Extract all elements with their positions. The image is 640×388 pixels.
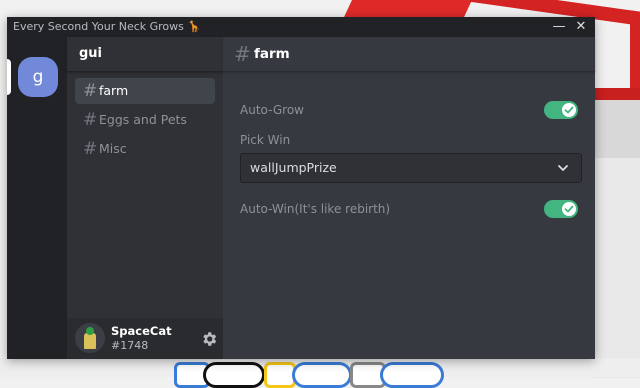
channel-list: # farm # Eggs and Pets # Misc bbox=[75, 78, 215, 165]
chevron-down-icon bbox=[558, 165, 568, 171]
channel-title: farm bbox=[254, 46, 290, 62]
channel-misc[interactable]: # Misc bbox=[75, 136, 215, 162]
toggle-knob bbox=[562, 202, 576, 216]
avatar[interactable] bbox=[75, 323, 105, 353]
hotbar-slot-2 bbox=[203, 362, 265, 388]
auto-win-label: Auto-Win(It's like rebirth) bbox=[240, 202, 391, 216]
server-name: gui bbox=[79, 46, 103, 61]
pick-win-label: Pick Win bbox=[240, 133, 291, 147]
hotbar-slot-4 bbox=[292, 362, 352, 388]
auto-grow-toggle[interactable] bbox=[544, 101, 578, 119]
channel-sidebar: gui # farm # Eggs and Pets # Misc SpaceC… bbox=[67, 37, 223, 359]
server-selected-indicator bbox=[7, 59, 11, 95]
user-panel: SpaceCat #1748 bbox=[67, 318, 223, 359]
hash-icon: # bbox=[83, 139, 98, 159]
channel-header: # farm bbox=[223, 37, 595, 72]
server-icon[interactable]: g bbox=[18, 57, 58, 97]
avatar-head bbox=[86, 327, 94, 335]
auto-grow-label: Auto-Grow bbox=[240, 103, 304, 117]
giraffe-emoji: 🦒 bbox=[187, 20, 202, 33]
close-button[interactable]: ✕ bbox=[573, 19, 589, 35]
title-bar[interactable]: Every Second Your Neck Grows 🦒 — ✕ bbox=[7, 17, 595, 37]
hash-icon: # bbox=[234, 42, 251, 66]
auto-win-toggle[interactable] bbox=[544, 200, 578, 218]
hotbar-slot-6 bbox=[380, 362, 444, 388]
toggle-knob bbox=[562, 103, 576, 117]
background-gray-block bbox=[592, 158, 640, 378]
hash-icon: # bbox=[83, 81, 98, 101]
channel-label: Misc bbox=[99, 141, 127, 156]
hash-icon: # bbox=[83, 110, 98, 130]
gear-icon[interactable] bbox=[200, 330, 218, 348]
check-icon bbox=[564, 106, 574, 114]
window-title: Every Second Your Neck Grows 🦒 bbox=[13, 20, 202, 33]
minimize-button[interactable]: — bbox=[551, 19, 567, 35]
channel-farm[interactable]: # farm bbox=[75, 78, 215, 104]
check-icon bbox=[564, 205, 574, 213]
pick-win-dropdown[interactable]: wallJumpPrize bbox=[240, 153, 582, 183]
username: SpaceCat bbox=[111, 324, 172, 338]
channel-eggs-and-pets[interactable]: # Eggs and Pets bbox=[75, 107, 215, 133]
gui-window: Every Second Your Neck Grows 🦒 — ✕ g gui… bbox=[7, 17, 595, 359]
user-tag: #1748 bbox=[111, 339, 149, 352]
server-header[interactable]: gui bbox=[67, 37, 223, 72]
channel-label: farm bbox=[99, 83, 129, 98]
main-panel: # farm Auto-Grow Pick Win wallJumpPrize … bbox=[223, 37, 595, 359]
server-rail: g bbox=[7, 37, 67, 359]
dropdown-selected-value: wallJumpPrize bbox=[250, 160, 337, 175]
channel-label: Eggs and Pets bbox=[99, 112, 187, 127]
avatar-body bbox=[84, 333, 96, 349]
